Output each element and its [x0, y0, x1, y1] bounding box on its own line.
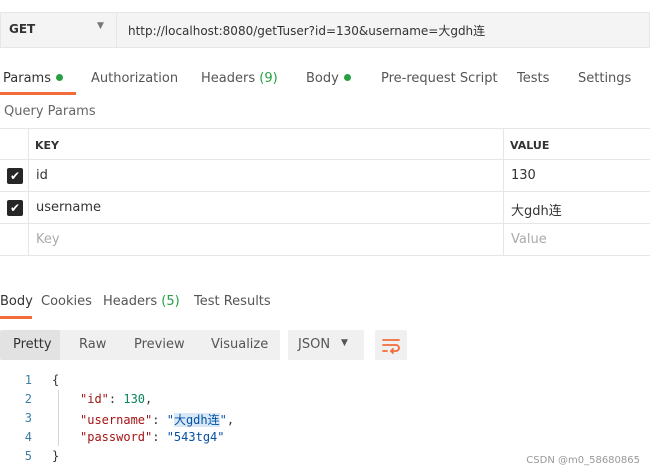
view-mode-raw[interactable]: Raw	[79, 337, 106, 352]
param-value[interactable]: 130	[511, 168, 536, 183]
view-mode-pretty[interactable]: Pretty	[13, 337, 52, 352]
column-header-value: VALUE	[510, 139, 550, 152]
tab-label: Settings	[578, 71, 632, 86]
status-dot-icon	[55, 74, 63, 81]
column-header-key: KEY	[35, 139, 60, 152]
column-divider	[28, 192, 29, 223]
active-tab-indicator	[0, 92, 76, 95]
table-row-empty: Key Value	[0, 224, 650, 256]
column-divider	[28, 160, 29, 191]
tab-tests[interactable]: Tests	[517, 71, 549, 86]
line-number: 1	[24, 373, 32, 387]
column-divider	[503, 160, 504, 191]
json-colon: :	[108, 392, 124, 406]
line-number: 4	[24, 430, 32, 444]
url-value: http://localhost:8080/getTuser?id=130&us…	[128, 24, 486, 38]
json-quote: "	[219, 413, 227, 427]
code-line: {	[52, 373, 60, 387]
tab-headers[interactable]: Headers (9)	[201, 71, 278, 86]
json-value: 130	[123, 392, 146, 406]
param-key[interactable]: id	[36, 168, 48, 183]
tab-body[interactable]: Body	[306, 71, 351, 86]
tab-count: (9)	[259, 71, 278, 86]
indent-guide	[58, 390, 59, 446]
response-tab-test-results[interactable]: Test Results	[194, 294, 271, 309]
code-line: }	[52, 449, 60, 463]
json-colon: :	[152, 430, 167, 444]
tab-label: Body	[0, 294, 33, 309]
json-value: "543tg4"	[166, 430, 225, 444]
tab-settings[interactable]: Settings	[578, 71, 631, 86]
tab-label: Authorization	[91, 71, 179, 86]
response-tab-cookies[interactable]: Cookies	[41, 294, 92, 309]
tab-authorization[interactable]: Authorization	[91, 71, 178, 86]
tab-label: Headers	[103, 294, 158, 309]
code-line: "username": "大gdh连",	[80, 411, 234, 428]
param-key[interactable]: username	[36, 200, 101, 215]
method-select[interactable]: GET ▼	[0, 12, 116, 48]
code-line: "id": 130,	[80, 392, 152, 406]
tab-label: Body	[306, 71, 339, 86]
table-row: ✔ id 130	[0, 160, 650, 192]
status-dot-icon	[343, 74, 351, 81]
tab-label: Cookies	[41, 294, 92, 309]
response-tab-body[interactable]: Body	[0, 294, 33, 309]
column-divider	[503, 129, 504, 159]
json-comma: ,	[145, 392, 153, 406]
response-tab-headers[interactable]: Headers (5)	[103, 294, 180, 309]
table-row: ✔ username 大gdh连	[0, 192, 650, 224]
new-value-input[interactable]: Value	[511, 232, 547, 247]
line-number: 5	[24, 449, 32, 463]
view-mode-preview[interactable]: Preview	[134, 337, 185, 352]
json-quote: "	[166, 413, 174, 427]
tab-label: Params	[3, 71, 51, 86]
json-key: "password"	[80, 430, 153, 444]
column-divider	[28, 129, 29, 159]
tab-label: Test Results	[194, 294, 271, 309]
line-number: 2	[24, 392, 32, 406]
url-input[interactable]: http://localhost:8080/getTuser?id=130&us…	[116, 12, 650, 48]
checkmark-icon[interactable]: ✔	[7, 168, 23, 184]
query-params-title: Query Params	[4, 104, 96, 119]
param-value[interactable]: 大gdh连	[511, 200, 562, 219]
tab-count: (5)	[161, 294, 180, 309]
format-value: JSON	[298, 337, 331, 352]
json-key: "id"	[80, 392, 109, 406]
tab-label: Pre-request Script	[381, 71, 498, 86]
column-divider	[503, 224, 504, 255]
code-line: "password": "543tg4"	[80, 430, 225, 444]
chevron-down-icon: ▼	[97, 21, 104, 31]
active-response-tab-indicator	[0, 316, 32, 319]
wrap-lines-button[interactable]	[375, 330, 407, 360]
line-number: 3	[24, 411, 32, 425]
watermark: CSDN @m0_58680865	[526, 455, 640, 466]
tab-pre-request-script[interactable]: Pre-request Script	[381, 71, 498, 86]
table-header: KEY VALUE	[0, 128, 650, 160]
method-value: GET	[9, 22, 36, 36]
view-mode-visualize[interactable]: Visualize	[211, 337, 268, 352]
json-colon: :	[152, 413, 167, 427]
tab-label: Tests	[517, 71, 550, 86]
column-divider	[503, 192, 504, 223]
wrap-lines-icon	[382, 339, 400, 354]
tab-params[interactable]: Params	[3, 71, 63, 86]
json-key: "username"	[80, 413, 153, 427]
json-value-selected: 大gdh连	[173, 413, 220, 427]
json-comma: ,	[226, 413, 235, 427]
checkmark-icon[interactable]: ✔	[7, 200, 23, 216]
chevron-down-icon: ▼	[341, 338, 348, 348]
new-key-input[interactable]: Key	[36, 232, 60, 247]
column-divider	[28, 224, 29, 255]
tab-label: Headers	[201, 71, 256, 86]
